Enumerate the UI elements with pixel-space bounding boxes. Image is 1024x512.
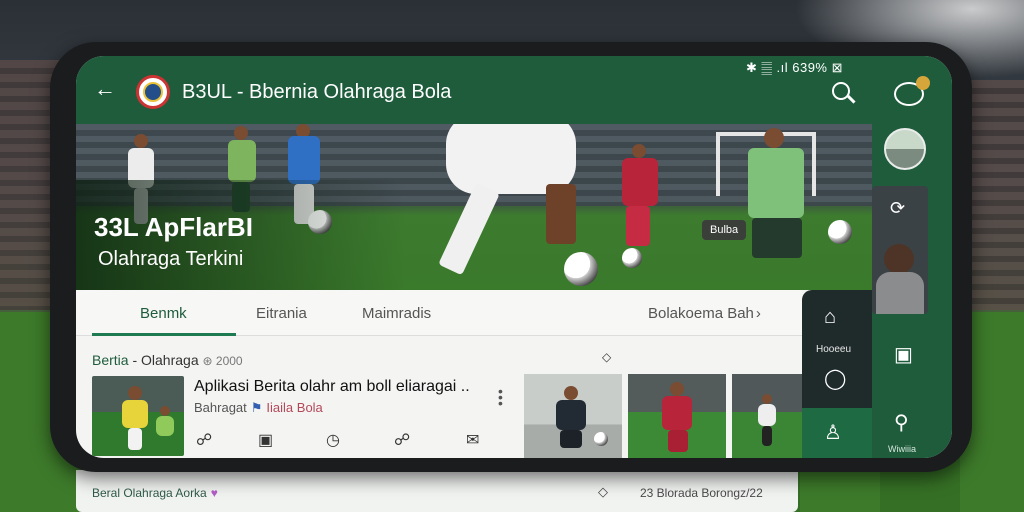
gallery-image-1[interactable] <box>524 374 622 458</box>
profile-icon[interactable]: ♙ <box>824 420 842 445</box>
diamond-icon[interactable]: ◇ <box>602 350 611 364</box>
status-bar: ✱ 𝄛 .ıl 639% ⊠ <box>746 60 843 75</box>
heart-icon: ♥ <box>210 486 218 500</box>
link-icon[interactable]: ☍ <box>394 430 410 450</box>
active-tab-indicator <box>92 333 236 336</box>
floating-menu-label: Hooeeu <box>816 344 852 355</box>
hero-subtitle: Olahraga Terkini <box>98 248 244 270</box>
rail-avatar[interactable] <box>884 128 926 170</box>
search-icon[interactable] <box>832 82 850 100</box>
gallery-image-2[interactable] <box>628 374 726 458</box>
hero-banner[interactable]: 33L ApFlarBI Olahraga Terkini Bulba <box>76 124 872 290</box>
ball-4 <box>828 220 852 244</box>
save-icon[interactable]: ▣ <box>258 430 273 450</box>
ball-2 <box>564 252 598 286</box>
refresh-icon[interactable]: ⟳ <box>890 198 905 219</box>
lower-news-card[interactable]: Beral Olahraga Aorka ♥ ◇ 23 Blorada Boron… <box>76 470 798 512</box>
hero-badge[interactable]: Bulba <box>702 220 747 240</box>
rail-label: Wiwiiia <box>888 444 916 454</box>
phone-screen: ← B3UL - Bbernia Olahraga Bola ✱ 𝄛 .ıl 6… <box>76 56 952 458</box>
ball-3 <box>622 248 642 268</box>
background-stands-right <box>964 80 1024 310</box>
pin-icon[interactable]: ⚲ <box>894 410 909 435</box>
clock-icon[interactable]: ◷ <box>326 430 340 450</box>
chevron-right-icon: › <box>755 305 761 322</box>
tab-bar: Benmk Eitrania Maimradis Bolakoema Bah › <box>76 290 802 336</box>
share-icon[interactable]: ☍ <box>196 430 212 450</box>
chat-icon[interactable] <box>894 76 930 106</box>
back-icon[interactable]: ← <box>94 78 116 100</box>
news-section-header: Bertia - Olahraga ⊛ 2000 <box>92 352 243 368</box>
tab-maimradis[interactable]: Maimradis <box>362 305 431 322</box>
app-title: B3UL - Bbernia Olahraga Bola <box>182 81 452 103</box>
lower-card-meta: 23 Blorada Borongz/22 <box>640 486 763 500</box>
tab-benmk[interactable]: Benmk <box>140 305 187 322</box>
tab-bolakoema[interactable]: Bolakoema Bah › <box>648 305 761 322</box>
section-count: ⊛ 2000 <box>202 354 243 368</box>
diamond-icon[interactable]: ◇ <box>598 484 608 500</box>
mail-icon[interactable]: ✉ <box>466 430 479 450</box>
hero-title: 33L ApFlarBI <box>94 212 253 242</box>
right-rail: ⟳ ▣ ⚲ Wiwiiia <box>872 56 952 458</box>
news-title[interactable]: Aplikasi Berita olahr am boll eliaragai … <box>194 378 470 396</box>
rail-user-card[interactable]: ⟳ <box>872 186 928 314</box>
news-thumbnail[interactable] <box>92 376 184 456</box>
flag-icon: ⚑ <box>250 400 263 415</box>
more-options-icon[interactable]: • • • <box>498 384 503 410</box>
gallery-image-3[interactable] <box>732 374 804 458</box>
app-logo <box>136 75 170 109</box>
news-meta: Bahragat ⚑ Iiaila Bola <box>194 400 323 415</box>
phone-frame: ← B3UL - Bbernia Olahraga Bola ✱ 𝄛 .ıl 6… <box>50 42 972 472</box>
floating-menu: ⌂ Hooeeu ◯ ♙ <box>802 290 872 458</box>
news-actions: ☍ ▣ ◷ ☍ ✉ <box>186 418 526 458</box>
chat-bubble-icon[interactable]: ◯ <box>824 366 846 391</box>
bookmark-outline-icon[interactable]: ⌂ <box>824 306 836 329</box>
tv-icon[interactable]: ▣ <box>894 342 913 367</box>
tab-eitrania[interactable]: Eitrania <box>256 305 307 322</box>
app-bar: ← B3UL - Bbernia Olahraga Bola ✱ 𝄛 .ıl 6… <box>76 56 872 124</box>
lower-card-title: Beral Olahraga Aorka ♥ <box>92 486 218 500</box>
